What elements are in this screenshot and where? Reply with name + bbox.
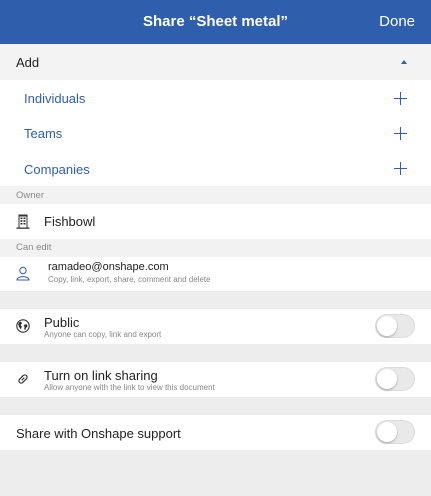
add-section-label: Add (16, 55, 40, 70)
public-label: Public (44, 315, 80, 330)
add-teams-row[interactable]: Teams (0, 116, 431, 152)
add-companies-label: Companies (24, 162, 90, 177)
can-edit-section-header: Can edit (0, 239, 431, 257)
public-description: Anyone can copy, link and export (44, 330, 162, 339)
globe-icon (16, 319, 30, 333)
add-individuals-row[interactable]: Individuals (0, 80, 431, 116)
user-icon (16, 266, 30, 281)
public-row: Public Anyone can copy, link and export (0, 309, 431, 344)
add-teams-label: Teams (24, 126, 63, 141)
support-row: Share with Onshape support (0, 415, 431, 450)
link-sharing-toggle[interactable] (375, 367, 415, 391)
support-toggle[interactable] (375, 420, 415, 444)
link-sharing-row: Turn on link sharing Allow anyone with t… (0, 362, 431, 397)
support-label: Share with Onshape support (16, 426, 181, 441)
link-sharing-label: Turn on link sharing (44, 368, 158, 383)
dialog-title: Share “Sheet metal” (142, 13, 289, 30)
add-section-toggle[interactable]: Add (0, 44, 431, 80)
public-toggle[interactable] (375, 314, 415, 338)
owner-section-header: Owner (0, 186, 431, 204)
done-button[interactable]: Done (379, 13, 415, 30)
add-individuals-label: Individuals (24, 91, 86, 106)
plus-icon (394, 92, 407, 105)
link-sharing-description: Allow anyone with the link to view this … (44, 383, 215, 392)
owner-name: Fishbowl (44, 214, 96, 229)
dialog-header: Share “Sheet metal” Done (0, 0, 431, 44)
link-icon (18, 374, 28, 384)
user-email: ramadeo@onshape.com (48, 261, 169, 273)
user-permissions: Copy, link, export, share, comment and d… (48, 275, 211, 284)
building-icon (16, 214, 30, 229)
can-edit-user-row[interactable]: ramadeo@onshape.com Copy, link, export, … (0, 257, 431, 291)
can-edit-section-label: Can edit (16, 242, 52, 253)
plus-icon (394, 162, 407, 175)
plus-icon (394, 127, 407, 140)
add-companies-row[interactable]: Companies (0, 152, 431, 186)
owner-row: Fishbowl (0, 204, 431, 239)
owner-section-label: Owner (16, 190, 44, 201)
chevron-up-icon (401, 60, 407, 64)
